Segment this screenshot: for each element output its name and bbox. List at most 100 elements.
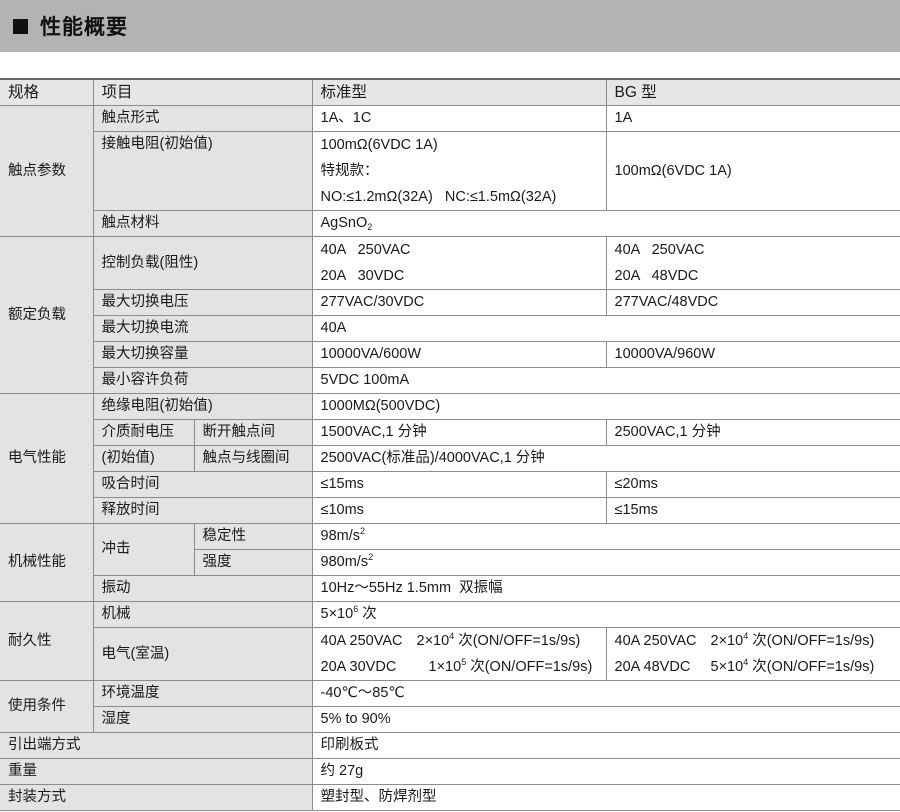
cell-value: 10Hz～55Hz 1.5mm 双振幅: [311, 575, 900, 602]
material-value: AgSnO: [320, 215, 368, 231]
row-label-contact-material: 触点材料: [92, 210, 313, 237]
cell-value: 10000VA/960W: [605, 341, 900, 368]
square-bullet-icon: [13, 18, 28, 34]
cycles-base: 1×10: [428, 659, 462, 675]
cell-value: 277VAC/30VDC: [311, 289, 607, 316]
header-spec: 规格: [0, 78, 94, 106]
strength-value: 980m/s: [320, 554, 369, 570]
cycles-text: 2×104 次(ON/OFF=1s/9s): [416, 629, 598, 655]
cycles-base: 2×10: [416, 633, 450, 649]
row-label-weight: 重量: [0, 758, 313, 785]
value-line: NO:≤1.2mΩ(32A) NC:≤1.5mΩ(32A): [320, 189, 557, 205]
row-label-sealing: 封装方式: [0, 784, 313, 811]
cell-value: 1000MΩ(500VDC): [311, 393, 900, 420]
row-label-dielectric: 介质耐电压: [92, 419, 195, 446]
value-unit: 次: [358, 606, 377, 622]
cycles-rest: 次(ON/OFF=1s/9s): [466, 659, 593, 675]
table-row: 电气(室温) 40A 250VAC 2×104 次(ON/OFF=1s/9s) …: [0, 627, 900, 681]
cycles-text: 5×104 次(ON/OFF=1s/9s): [711, 654, 893, 680]
cell-value: 5×106 次: [311, 601, 900, 628]
cell-value: 40A: [311, 315, 900, 342]
table-row: 触点材料 AgSnO2: [0, 210, 900, 237]
row-label-operate-time: 吸合时间: [92, 471, 313, 498]
row-label-release-time: 释放时间: [92, 497, 313, 524]
row-label-mech-life: 机械: [92, 601, 313, 628]
cell-value: ≤15ms: [605, 497, 900, 524]
header-item: 项目: [92, 78, 313, 106]
cell-value: 1500VAC,1 分钟: [311, 419, 607, 446]
cell-value: 5VDC 100mA: [311, 367, 900, 394]
header-standard: 标准型: [311, 78, 607, 106]
cell-value: 约 27g: [311, 758, 900, 785]
cycles-rest: 次(ON/OFF=1s/9s): [748, 659, 875, 675]
table-row: 触点参数 触点形式 1A、1C 1A: [0, 105, 900, 237]
table-row: 电气性能 绝缘电阻(初始值) 1000MΩ(500VDC): [0, 393, 900, 524]
value-line: 40A 250VAC: [614, 242, 705, 258]
row-label-terminal: 引出端方式: [0, 732, 313, 759]
table-row: (初始值) 触点与线圈间 2500VAC(标准品)/4000VAC,1 分钟: [0, 445, 900, 472]
cell-value: 1A: [605, 105, 900, 132]
cell-value: 40A 250VAC 20A 48VDC: [605, 236, 900, 290]
group-usage: 使用条件: [0, 680, 94, 733]
cell-value: 40A 250VAC 2×104 次(ON/OFF=1s/9s) 20A 48V…: [605, 627, 900, 681]
table-header-row: 规格 项目 标准型 BG 型: [0, 78, 900, 106]
table-row: 最小容许负荷 5VDC 100mA: [0, 367, 900, 394]
row-label-contact-resistance: 接触电阻(初始值): [92, 131, 313, 211]
cell-value: 印刷板式: [311, 732, 900, 759]
table-row: 接触电阻(初始值) 100mΩ(6VDC 1A) 特规款： NO:≤1.2mΩ(…: [0, 131, 900, 211]
row-label-max-current: 最大切换电流: [92, 315, 313, 342]
row-label-strength: 强度: [193, 549, 313, 576]
row-label-stability: 稳定性: [193, 523, 313, 550]
value-line: 20A 48VDC: [614, 268, 699, 284]
section-header: 性能概要: [0, 0, 900, 52]
value-line: 40A 250VAC: [320, 242, 411, 258]
table-row: 介质耐电压 断开触点间 1500VAC,1 分钟 2500VAC,1 分钟: [0, 419, 900, 446]
value-base: 5×10: [320, 606, 354, 622]
table-row: 最大切换容量 10000VA/600W 10000VA/960W: [0, 341, 900, 368]
cell-value: 5% to 90%: [311, 706, 900, 733]
cell-value: ≤10ms: [311, 497, 607, 524]
cycles-text: 2×104 次(ON/OFF=1s/9s): [710, 629, 893, 655]
cell-value: 100mΩ(6VDC 1A) 特规款： NO:≤1.2mΩ(32A) NC:≤1…: [311, 131, 607, 211]
cell-value: 塑封型、防焊剂型: [311, 784, 900, 811]
cell-value: 277VAC/48VDC: [605, 289, 900, 316]
load-text: 40A 250VAC: [320, 633, 403, 649]
load-text: 20A 30VDC: [320, 659, 397, 675]
value-line: 40A 250VAC 2×104 次(ON/OFF=1s/9s): [320, 629, 598, 655]
material-subscript: 2: [367, 222, 373, 232]
value-line: 20A 48VDC 5×104 次(ON/OFF=1s/9s): [615, 654, 893, 680]
row-label-control-load: 控制负载(阻性): [92, 236, 313, 290]
cell-value: 100mΩ(6VDC 1A): [605, 131, 900, 211]
cell-value: 40A 250VAC 2×104 次(ON/OFF=1s/9s) 20A 30V…: [311, 627, 607, 681]
row-label-humidity: 湿度: [92, 706, 313, 733]
row-label-elec-life: 电气(室温): [92, 627, 313, 681]
spec-table: 规格 项目 标准型 BG 型 触点参数 触点形式 1A、1C 1A 接触电阻(初…: [0, 78, 900, 811]
group-electrical: 电气性能: [0, 393, 94, 524]
row-label-dielectric-initial: (初始值): [92, 445, 195, 472]
table-row: 使用条件 环境温度 -40℃～85℃: [0, 680, 900, 733]
value-line: 100mΩ(6VDC 1A): [320, 137, 438, 153]
row-label-insulation: 绝缘电阻(初始值): [92, 393, 313, 420]
header-bg: BG 型: [605, 78, 900, 106]
table-row: 振动 10Hz～55Hz 1.5mm 双振幅: [0, 575, 900, 602]
row-label-contact-coil: 触点与线圈间: [193, 445, 313, 472]
table-row: 封装方式 塑封型、防焊剂型: [0, 784, 900, 811]
table-row: 耐久性 机械 5×106 次: [0, 601, 900, 681]
cell-value: 2500VAC(标准品)/4000VAC,1 分钟: [311, 445, 900, 472]
row-label-open-contacts: 断开触点间: [193, 419, 313, 446]
cycles-base: 2×10: [710, 633, 744, 649]
group-contact-params: 触点参数: [0, 105, 94, 237]
value-line: 40A 250VAC 2×104 次(ON/OFF=1s/9s): [615, 629, 893, 655]
strength-exponent: 2: [368, 552, 374, 562]
value-line: 特规款：: [320, 163, 379, 179]
table-row: 湿度 5% to 90%: [0, 706, 900, 733]
cell-value: 1A、1C: [311, 105, 607, 132]
table-row: 吸合时间 ≤15ms ≤20ms: [0, 471, 900, 498]
cell-value: ≤15ms: [311, 471, 607, 498]
table-row: 最大切换电压 277VAC/30VDC 277VAC/48VDC: [0, 289, 900, 316]
cell-value: ≤20ms: [605, 471, 900, 498]
cell-value: AgSnO2: [311, 210, 900, 237]
table-row: 额定负载 控制负载(阻性) 40A 250VAC 20A 30VDC 40A 2…: [0, 236, 900, 394]
group-durability: 耐久性: [0, 601, 94, 681]
cell-value: 40A 250VAC 20A 30VDC: [311, 236, 607, 290]
